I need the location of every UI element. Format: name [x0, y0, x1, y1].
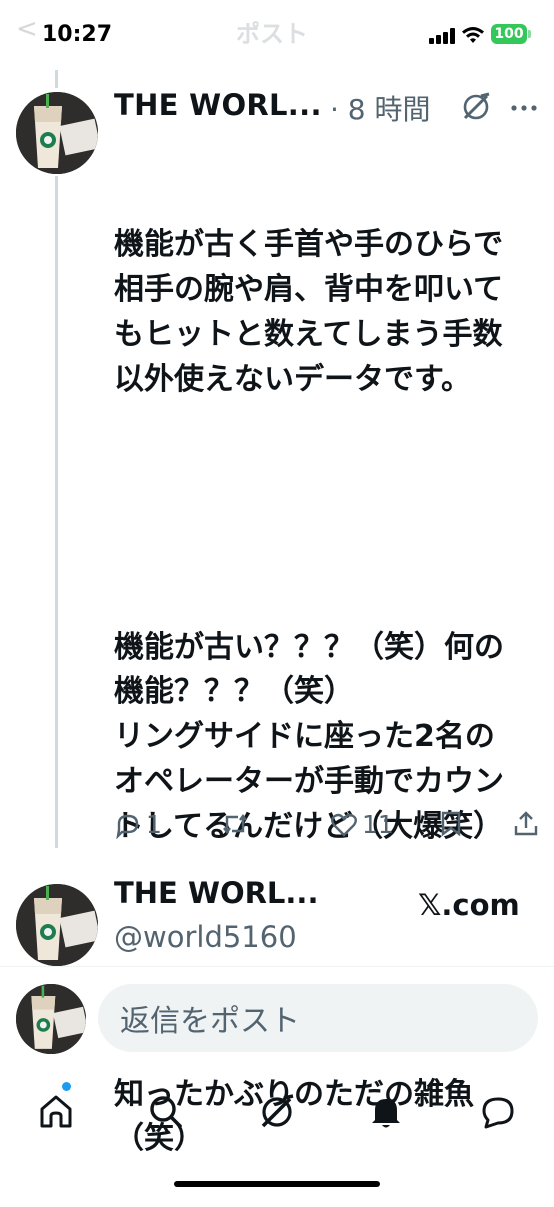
tab-grok[interactable]: [253, 1088, 301, 1136]
post-blank-line: [114, 492, 514, 537]
share-button[interactable]: [513, 810, 539, 838]
status-bar: < 10:27 ポスト 100: [0, 0, 554, 70]
home-indicator: [174, 1181, 380, 1187]
grok-icon: [261, 1094, 294, 1128]
like-button[interactable]: 11: [330, 810, 394, 839]
tab-bar: [0, 1068, 554, 1158]
page-title: ポスト: [236, 20, 308, 48]
battery-cap: [528, 30, 531, 38]
my-avatar[interactable]: [16, 984, 86, 1054]
chat-bubble-icon: [482, 1097, 514, 1129]
reply-button[interactable]: 1: [114, 810, 162, 839]
battery-icon: 100: [491, 24, 527, 44]
tab-messages[interactable]: [474, 1088, 522, 1136]
status-time: 10:27: [42, 22, 113, 47]
x-com-watermark: 𝕏.com: [418, 888, 520, 922]
home-icon: [40, 1095, 72, 1128]
post-paragraph: 機能が古く手首や手のひらで相手の腕や肩、背中を叩いてもヒットと数えてしまう手数以…: [114, 227, 504, 397]
tab-notifications[interactable]: [362, 1088, 410, 1136]
share-icon: [514, 811, 538, 836]
post-actions: 1 11: [0, 810, 554, 860]
wifi-icon: [462, 27, 484, 43]
notification-dot: [62, 1082, 71, 1091]
reply-input[interactable]: 返信をポスト: [98, 984, 538, 1052]
profile-handle[interactable]: @world5160: [114, 920, 297, 954]
tab-search[interactable]: [142, 1088, 190, 1136]
bookmark-icon: [441, 811, 461, 837]
more-options-icon[interactable]: [510, 104, 538, 112]
grok-icon[interactable]: [461, 92, 491, 122]
heart-icon: [331, 813, 357, 837]
repost-icon: [223, 814, 247, 834]
author-name[interactable]: THE WORL...: [114, 88, 322, 122]
reply-count: 1: [146, 810, 162, 839]
bell-icon: [372, 1099, 400, 1128]
search-icon: [150, 1096, 182, 1128]
bookmark-button[interactable]: [440, 810, 462, 838]
thread-line-top: [55, 70, 58, 88]
reply-icon: [116, 814, 139, 839]
repost-button[interactable]: [220, 810, 250, 838]
cellular-signal-icon: [429, 28, 455, 44]
thread-line: [55, 176, 58, 848]
author-avatar[interactable]: [16, 884, 98, 966]
avatar[interactable]: [16, 92, 98, 174]
back-button[interactable]: <: [16, 14, 38, 44]
divider: [0, 966, 554, 967]
tab-home[interactable]: [32, 1088, 80, 1136]
profile-name[interactable]: THE WORL...: [114, 876, 318, 910]
like-count: 11: [362, 810, 394, 839]
post-time[interactable]: · 8 時間: [330, 88, 431, 128]
